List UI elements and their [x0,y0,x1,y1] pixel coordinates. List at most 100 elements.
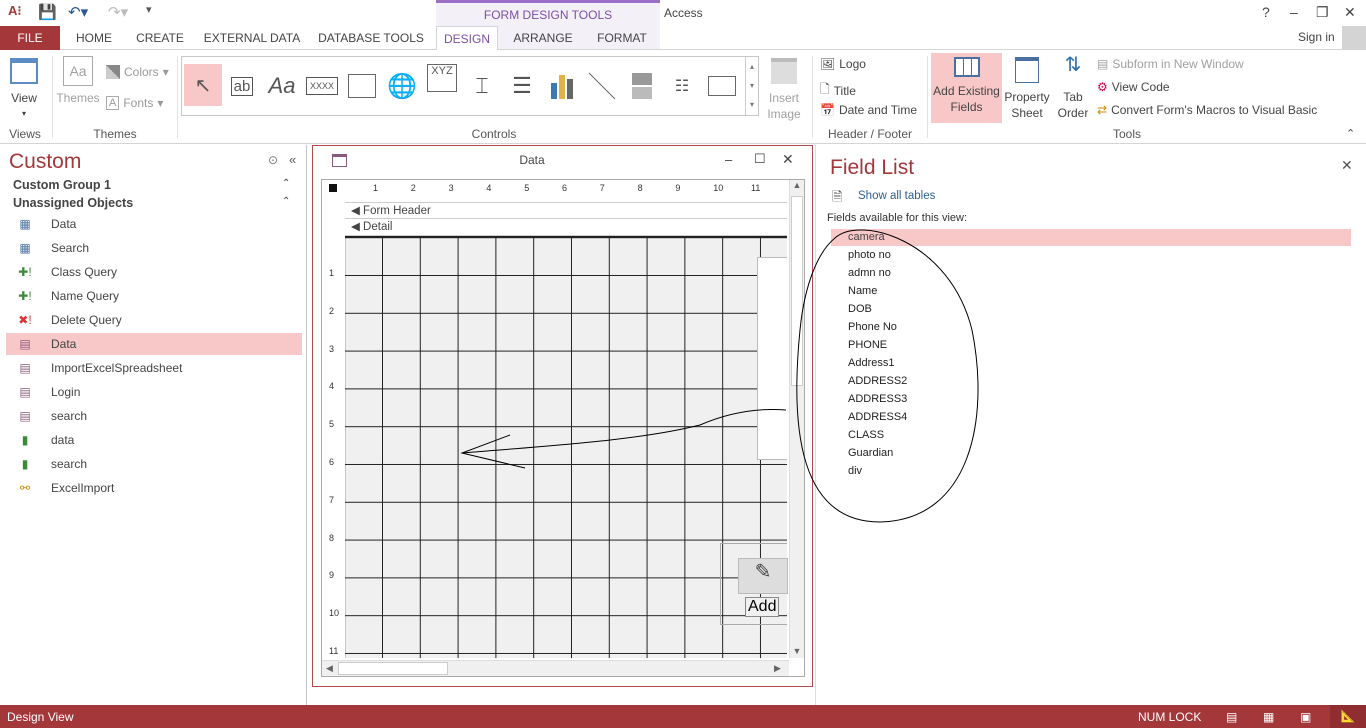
rectangle-control-icon[interactable] [704,64,740,108]
layout-view-icon[interactable]: ▣ [1300,710,1311,724]
detail-section-bar[interactable]: ◀ Detail [345,219,787,236]
line-control-icon[interactable] [584,64,620,108]
tab-external-data[interactable]: EXTERNAL DATA [198,26,306,50]
field-list-item[interactable]: Guardian [831,445,1351,462]
field-list-item[interactable]: Phone No [831,319,1351,336]
field-list-item[interactable]: ADDRESS3 [831,391,1351,408]
view-code-button[interactable]: ⚙ View Code [1097,80,1170,94]
undo-icon[interactable]: ↶▾ [68,3,88,21]
select-pointer-icon[interactable]: ↖ [184,64,222,106]
label-control-icon[interactable]: Aa [264,64,300,108]
form-header-section-bar[interactable]: ◀ Form Header [345,202,787,219]
nav-item[interactable]: ✖! Delete Query [6,309,302,331]
nav-item[interactable]: ▤ ImportExcelSpreadsheet [6,357,302,379]
field-list-item[interactable]: Address1 [831,355,1351,372]
field-list-item[interactable]: CLASS [831,427,1351,444]
field-list-item[interactable]: Name [831,283,1351,300]
button-control-icon[interactable]: XXXX [304,64,340,108]
navigation-control-icon[interactable]: ⌶ [464,64,500,108]
form-maximize-button[interactable]: ☐ [754,151,766,167]
field-list-item[interactable]: div [831,463,1351,480]
toggle-button-icon[interactable] [624,64,660,108]
date-time-button[interactable]: 📅 Date and Time [820,103,917,117]
nav-item[interactable]: ✚! Name Query [6,285,302,307]
nav-menu-dropdown-icon[interactable]: ⊙ [268,153,278,167]
chart-control-icon[interactable] [544,64,580,108]
sign-in-link[interactable]: Sign in [1298,30,1335,44]
close-button[interactable]: ✕ [1344,4,1356,21]
colors-button[interactable]: Colors ▾ [106,65,169,79]
web-browser-control-icon[interactable]: XYZ [424,64,460,108]
title-button[interactable]: 🗋 Title [820,80,856,101]
collapse-group-icon[interactable]: ⌃ [282,196,290,207]
nav-item[interactable]: ⚯ ExcelImport [6,477,302,499]
tab-arrange[interactable]: ARRANGE [504,26,582,50]
nav-item[interactable]: ▦ Search [6,237,302,259]
field-list-item[interactable]: DOB [831,301,1351,318]
subform-control[interactable] [757,257,787,460]
tab-design[interactable]: DESIGN [436,26,498,51]
form-view-icon[interactable]: ▤ [1226,710,1237,724]
gallery-scroll[interactable]: ▴ ▾ ▾ [745,57,758,115]
nav-item[interactable]: ▤ search [6,405,302,427]
field-list-item[interactable]: photo no [831,247,1351,264]
collapse-group-icon[interactable]: ⌃ [282,178,290,189]
insert-image-button[interactable]: Insert Image [762,58,806,122]
option-group-icon[interactable]: ☰ [504,64,540,108]
tab-order-button[interactable]: ⇅ Tab Order [1053,55,1093,121]
tab-file[interactable]: FILE [0,26,60,50]
nav-pane-title[interactable]: Custom [9,150,81,174]
logo-button[interactable]: 🖼 Logo [820,57,866,71]
help-button[interactable]: ? [1262,4,1270,20]
tab-create[interactable]: CREATE [128,26,192,50]
textbox-control-icon[interactable]: ab [224,64,260,108]
field-list-item[interactable]: camera [831,229,1351,246]
add-button-control[interactable]: ✎ Add [720,543,788,625]
avatar[interactable] [1342,26,1366,50]
collapse-ribbon-icon[interactable]: ⌃ [1346,127,1355,140]
form-minimize-button[interactable]: – [725,152,732,167]
convert-macros-button[interactable]: ⇄ Convert Form's Macros to Visual Basic [1097,103,1317,117]
hyperlink-icon[interactable]: 🌐 [384,64,420,108]
nav-item[interactable]: ▮ data [6,429,302,451]
restore-button[interactable]: ❐ [1316,4,1329,21]
subform-new-window-button[interactable]: ▤ Subform in New Window [1097,57,1244,71]
nav-item[interactable]: ▤ Data [6,333,302,355]
field-list-item[interactable]: ADDRESS2 [831,373,1351,390]
listbox-control-icon[interactable]: ☷ [664,64,700,108]
field-list-item[interactable]: ADDRESS4 [831,409,1351,426]
themes-button[interactable]: Aa Themes [56,56,100,106]
tab-format[interactable]: FORMAT [588,26,656,50]
minimize-button[interactable]: – [1290,4,1298,20]
property-sheet-icon [1015,57,1039,83]
nav-item[interactable]: ▦ Data [6,213,302,235]
nav-group-custom-group-1[interactable]: Custom Group 1 [13,178,111,192]
ruler-tick-label: 8 [329,532,335,543]
customize-qat-icon[interactable]: ▾ [146,3,152,16]
nav-group-unassigned[interactable]: Unassigned Objects [13,196,133,210]
tab-home[interactable]: HOME [64,26,124,50]
design-view-icon[interactable]: 📐 [1330,705,1366,728]
add-existing-fields-button[interactable]: Add Existing Fields [931,53,1002,123]
redo-icon[interactable]: ↷▾ [108,3,128,21]
datasheet-view-icon[interactable]: ▦ [1263,710,1274,724]
form-close-button[interactable]: ✕ [782,151,794,168]
shutter-bar-close-icon[interactable]: « [289,152,296,167]
field-list-item[interactable]: PHONE [831,337,1351,354]
field-list-close-button[interactable]: ✕ [1341,157,1353,174]
ruler-tick-label: 2 [329,305,335,316]
show-all-tables-link[interactable]: Show all tables [858,190,935,202]
vertical-scrollbar[interactable]: ▲ ▼ [789,180,804,658]
tab-database-tools[interactable]: DATABASE TOOLS [312,26,430,50]
nav-item[interactable]: ✚! Class Query [6,261,302,283]
view-button[interactable]: View ▾ [6,58,42,122]
form-selector[interactable] [329,184,337,192]
horizontal-scrollbar[interactable]: ◀ ▶ [322,660,789,676]
nav-item[interactable]: ▮ search [6,453,302,475]
fonts-button[interactable]: A Fonts ▾ [106,96,163,110]
property-sheet-button[interactable]: Property Sheet [1003,57,1051,121]
field-list-item[interactable]: admn no [831,265,1351,282]
nav-item[interactable]: ▤ Login [6,381,302,403]
tab-control-icon[interactable] [344,64,380,108]
save-icon[interactable]: 💾 [38,3,57,21]
